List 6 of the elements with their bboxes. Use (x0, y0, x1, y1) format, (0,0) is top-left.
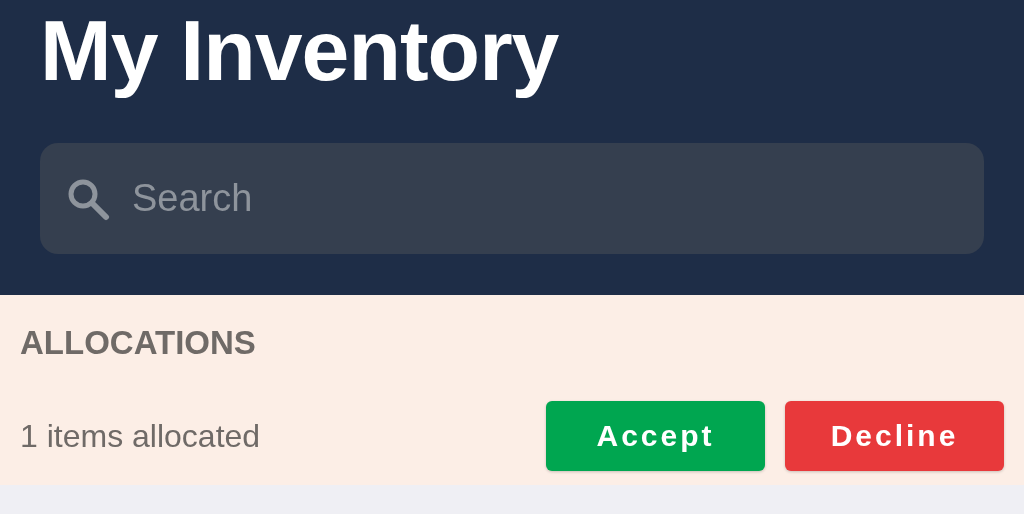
accept-button[interactable]: Accept (546, 401, 765, 471)
decline-button[interactable]: Decline (785, 401, 1004, 471)
allocation-summary: 1 items allocated (20, 417, 261, 455)
page-title: My Inventory (40, 2, 560, 98)
section-heading: ALLOCATIONS (20, 323, 257, 363)
search-field[interactable]: Search (40, 143, 984, 254)
